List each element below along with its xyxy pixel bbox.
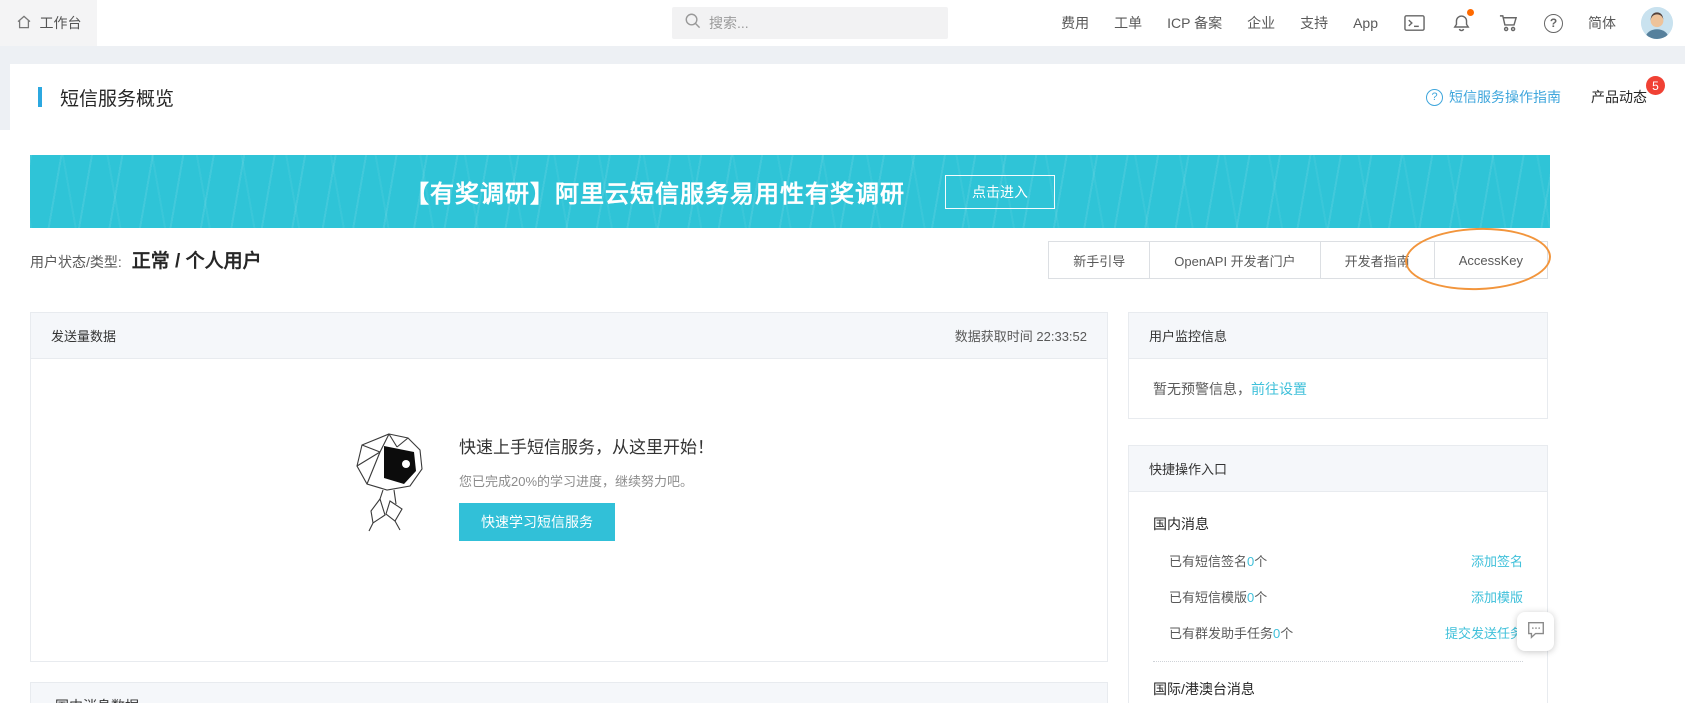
help-icon[interactable]: ? [1544,14,1563,33]
banner-enter-button[interactable]: 点击进入 [945,175,1055,209]
template-count-row: 已有短信模版0个 添加模版 [1153,587,1523,606]
user-status-label: 用户状态/类型: [30,252,122,272]
user-status-value: 正常 / 个人用户 [132,246,262,273]
signature-count-row: 已有短信签名0个 添加签名 [1153,551,1523,570]
home-icon [16,14,32,33]
news-count-badge: 5 [1646,76,1665,95]
search-input[interactable] [709,15,929,31]
quick-toolbar: 新手引导 OpenAPI 开发者门户 开发者指南 AccessKey [1049,241,1548,279]
sms-guide-link[interactable]: ? 短信服务操作指南 [1426,87,1561,107]
left-gutter [0,64,10,130]
header-divider-band [0,46,1685,64]
developer-guide-button[interactable]: 开发者指南 [1320,241,1435,279]
submit-send-task-link[interactable]: 提交发送任务 [1445,623,1523,642]
cart-icon[interactable] [1497,12,1519,34]
nav-item-icp[interactable]: ICP 备案 [1167,13,1222,33]
top-nav: 工作台 费用 工单 ICP 备案 企业 支持 App [0,0,1685,46]
quick-actions-card-header: 快捷操作入口 [1129,446,1547,492]
dotted-divider [1153,661,1523,662]
openapi-portal-button[interactable]: OpenAPI 开发者门户 [1149,241,1320,279]
banner-title: 【有奖调研】阿里云短信服务易用性有奖调研 [405,174,905,209]
page-title: 短信服务概览 [60,84,174,111]
workbench-label: 工作台 [40,13,82,33]
signature-count-text: 已有短信签名0个 [1169,551,1267,570]
title-accent-bar [38,87,42,107]
add-template-link[interactable]: 添加模版 [1471,587,1523,606]
product-news-link[interactable]: 产品动态 5 [1591,87,1653,107]
quick-actions-body: 国内消息 已有短信签名0个 添加签名 已有短信模版0个 添加模版 已有群发助手任… [1129,492,1547,699]
onboarding-progress-text: 您已完成20%的学习进度，继续努力吧。 [459,471,693,490]
question-circle-icon: ? [1426,89,1443,106]
quick-learn-button[interactable]: 快速学习短信服务 [459,503,615,541]
send-volume-card: 发送量数据 数据获取时间 22:33:52 快速上手短信服务，从这里开始！ 您已… [30,312,1108,662]
search-icon [684,12,701,34]
chat-icon [1526,619,1546,644]
feedback-chat-button[interactable] [1517,612,1554,651]
domestic-data-card-title: 国内消息数据 [55,696,1107,703]
domestic-data-card-partial: 国内消息数据 [30,682,1108,703]
notification-dot [1467,9,1474,16]
user-status-row: 用户状态/类型: 正常 / 个人用户 [30,246,262,273]
robot-illustration [349,431,429,541]
user-monitor-card: 用户监控信息 暂无预警信息，前往设置 [1128,312,1548,419]
add-signature-link[interactable]: 添加签名 [1471,551,1523,570]
domestic-group-label: 国内消息 [1153,514,1523,534]
user-monitor-card-header: 用户监控信息 [1129,313,1547,359]
nav-item-support[interactable]: 支持 [1300,13,1328,33]
language-switch[interactable]: 简体 [1588,13,1616,33]
onboarding-heading: 快速上手短信服务，从这里开始！ [459,433,714,458]
send-volume-card-header: 发送量数据 数据获取时间 22:33:52 [31,313,1107,359]
nav-item-enterprise[interactable]: 企业 [1247,13,1275,33]
send-volume-title: 发送量数据 [51,326,116,345]
user-monitor-body: 暂无预警信息，前往设置 [1129,359,1547,419]
quick-actions-title: 快捷操作入口 [1149,459,1227,478]
beginner-guide-button[interactable]: 新手引导 [1048,241,1150,279]
title-bar-actions: ? 短信服务操作指南 产品动态 5 [1426,64,1653,130]
user-avatar[interactable] [1641,7,1673,39]
survey-banner[interactable]: 【有奖调研】阿里云短信服务易用性有奖调研 点击进入 [30,155,1550,228]
console-icon[interactable] [1403,12,1425,34]
global-search[interactable] [672,7,948,39]
template-count-text: 已有短信模版0个 [1169,587,1267,606]
goto-settings-link[interactable]: 前往设置 [1251,381,1307,397]
accesskey-button[interactable]: AccessKey [1434,241,1548,279]
nav-item-billing[interactable]: 费用 [1061,13,1089,33]
quick-actions-card: 快捷操作入口 国内消息 已有短信签名0个 添加签名 已有短信模版0个 添加模版 … [1128,445,1548,703]
workbench-button[interactable]: 工作台 [0,0,97,46]
product-news-label: 产品动态 [1591,89,1647,105]
bell-icon[interactable] [1450,12,1472,34]
bulk-task-count-row: 已有群发助手任务0个 提交发送任务 [1153,623,1523,642]
user-monitor-title: 用户监控信息 [1149,326,1227,345]
nav-item-tickets[interactable]: 工单 [1114,13,1142,33]
data-fetch-time: 数据获取时间 22:33:52 [955,326,1087,345]
international-group-label: 国际/港澳台消息 [1153,679,1523,699]
guide-link-label: 短信服务操作指南 [1449,87,1561,107]
nav-item-app[interactable]: App [1353,15,1378,31]
bulk-task-count-text: 已有群发助手任务0个 [1169,623,1293,642]
page-title-bar: 短信服务概览 ? 短信服务操作指南 产品动态 5 [10,64,1685,130]
top-nav-right: 费用 工单 ICP 备案 企业 支持 App ? 简体 [1061,0,1673,46]
no-alert-text: 暂无预警信息， [1153,381,1251,397]
